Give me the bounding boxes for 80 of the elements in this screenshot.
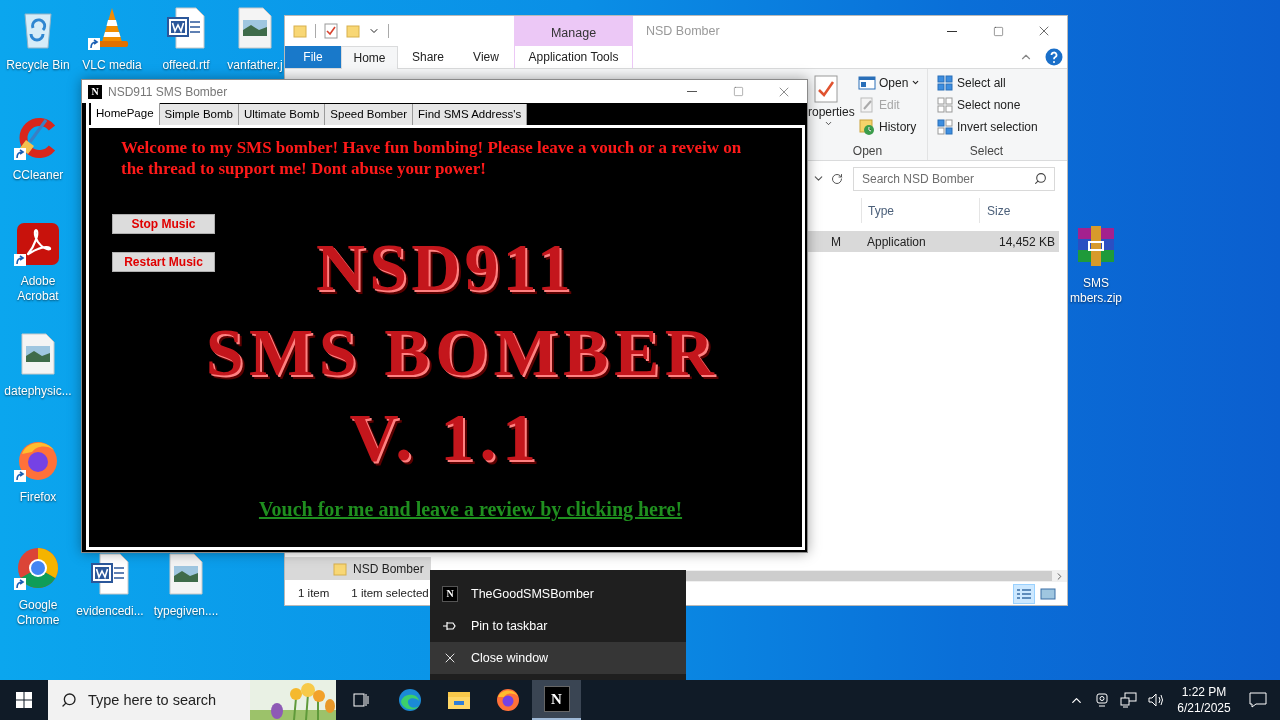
caret-icon — [824, 119, 833, 128]
menu-item[interactable]: Close window — [430, 642, 686, 674]
select-all-icon — [936, 74, 954, 91]
properties-icon — [813, 75, 839, 103]
file-row[interactable]: M Application 14,452 KB — [807, 231, 1059, 252]
properties-icon[interactable] — [324, 23, 338, 39]
title-art-text: V. 1.1 — [349, 398, 542, 477]
large-icons-icon — [1040, 587, 1056, 600]
maximize-icon — [732, 86, 744, 97]
taskbar-button[interactable]: N — [532, 680, 581, 720]
table-cell-text: 14,452 KB — [997, 233, 1056, 251]
maximize-icon — [992, 25, 1004, 37]
search-icon — [61, 692, 77, 708]
ribbon-tab[interactable]: View — [458, 46, 514, 68]
ribbon-button[interactable]: Invert selection — [936, 117, 1038, 136]
tab[interactable]: HomePage — [91, 103, 160, 125]
details-view-button[interactable] — [1013, 583, 1035, 604]
help-icon[interactable] — [1045, 48, 1063, 66]
window-title: NSD Bomber — [646, 22, 720, 40]
caret-icon — [911, 78, 921, 87]
ribbon-tab[interactable]: Home — [341, 46, 398, 69]
navigation-item-label: NSD Bomber — [353, 560, 424, 578]
select-none-icon — [936, 96, 954, 113]
app-logo: N — [88, 84, 102, 99]
ribbon-group-label: Open — [851, 143, 884, 160]
table-cell-text: Application — [866, 233, 927, 251]
tab[interactable]: Simple Bomb — [159, 104, 239, 125]
ribbon-button[interactable]: History — [858, 117, 921, 136]
taskbar-search-field[interactable]: Type here to search — [48, 680, 250, 720]
volume-icon[interactable] — [1148, 692, 1166, 708]
folder-icon — [446, 690, 471, 710]
desktop-icon-label[interactable]: SMS mbers.zip — [1070, 276, 1122, 306]
app-logo: N — [442, 586, 458, 602]
windows-logo-icon — [16, 692, 32, 708]
search-icon — [1034, 171, 1047, 185]
ribbon-button[interactable]: Select none — [936, 95, 1038, 114]
status-text: 1 item — [298, 585, 330, 601]
clock[interactable]: 1:22 PM 6/21/2025 — [1172, 680, 1236, 720]
camera-icon[interactable] — [1094, 692, 1110, 708]
details-list-icon — [1016, 587, 1032, 600]
minimize-icon — [687, 91, 697, 92]
tab[interactable]: Ultimate Bomb — [238, 104, 326, 125]
task-view-icon — [351, 692, 370, 708]
ribbon-group-label: Select — [968, 143, 1005, 160]
ribbon-tab[interactable]: Share — [398, 46, 458, 68]
title-art-text: SMS BOMBER — [205, 313, 720, 392]
column-header[interactable]: Type — [861, 198, 979, 223]
title-art-text: NSD911 — [316, 228, 575, 307]
context-tab-header: Manage — [514, 16, 633, 46]
ribbon-button[interactable]: Select all — [936, 73, 1038, 92]
ribbon-tab[interactable]: File — [285, 46, 341, 68]
review-link[interactable]: Vouch for me and leave a review by clicking here! — [258, 494, 683, 524]
app-logo: N — [543, 686, 570, 712]
pencil-icon — [858, 96, 876, 113]
tab[interactable]: Speed Bomber — [325, 104, 414, 125]
browser-icon — [495, 688, 520, 712]
welcome-message: Welcome to my SMS bomber! Have fun bombing! Please leave a vouch or a reveiw on the thread to support me! Dont abuse your power! — [121, 137, 743, 179]
music-button[interactable]: Stop Music — [112, 214, 215, 234]
edge-icon — [397, 688, 422, 712]
network-icon[interactable] — [1120, 692, 1138, 708]
ribbon-tab[interactable]: Application Tools — [514, 46, 633, 68]
menu-item[interactable]: N TheGoodSMSBomber — [430, 578, 686, 610]
properties-button[interactable]: roperties — [808, 73, 856, 142]
notification-icon — [1249, 692, 1267, 708]
minimize-icon — [947, 30, 957, 32]
search-field[interactable]: Search NSD Bomber — [853, 166, 1055, 191]
invert-selection-icon — [936, 118, 954, 135]
menu-item[interactable]: Pin to taskbar — [430, 610, 686, 642]
tab[interactable]: Find SMS Address's — [413, 104, 528, 125]
navigation-item[interactable]: NSD Bomber — [285, 557, 431, 580]
ribbon-button[interactable]: Open — [858, 73, 921, 92]
folder-icon — [333, 561, 347, 576]
window-icon — [858, 74, 876, 91]
column-header[interactable]: Size — [979, 198, 1061, 223]
status-text: 1 item selected — [351, 585, 429, 601]
clock-icon — [858, 118, 876, 135]
table-cell-text: M — [830, 233, 841, 251]
music-button[interactable]: Restart Music — [112, 252, 215, 272]
window-title: NSD911 SMS Bomber — [108, 83, 228, 101]
refresh-icon[interactable] — [831, 172, 843, 185]
